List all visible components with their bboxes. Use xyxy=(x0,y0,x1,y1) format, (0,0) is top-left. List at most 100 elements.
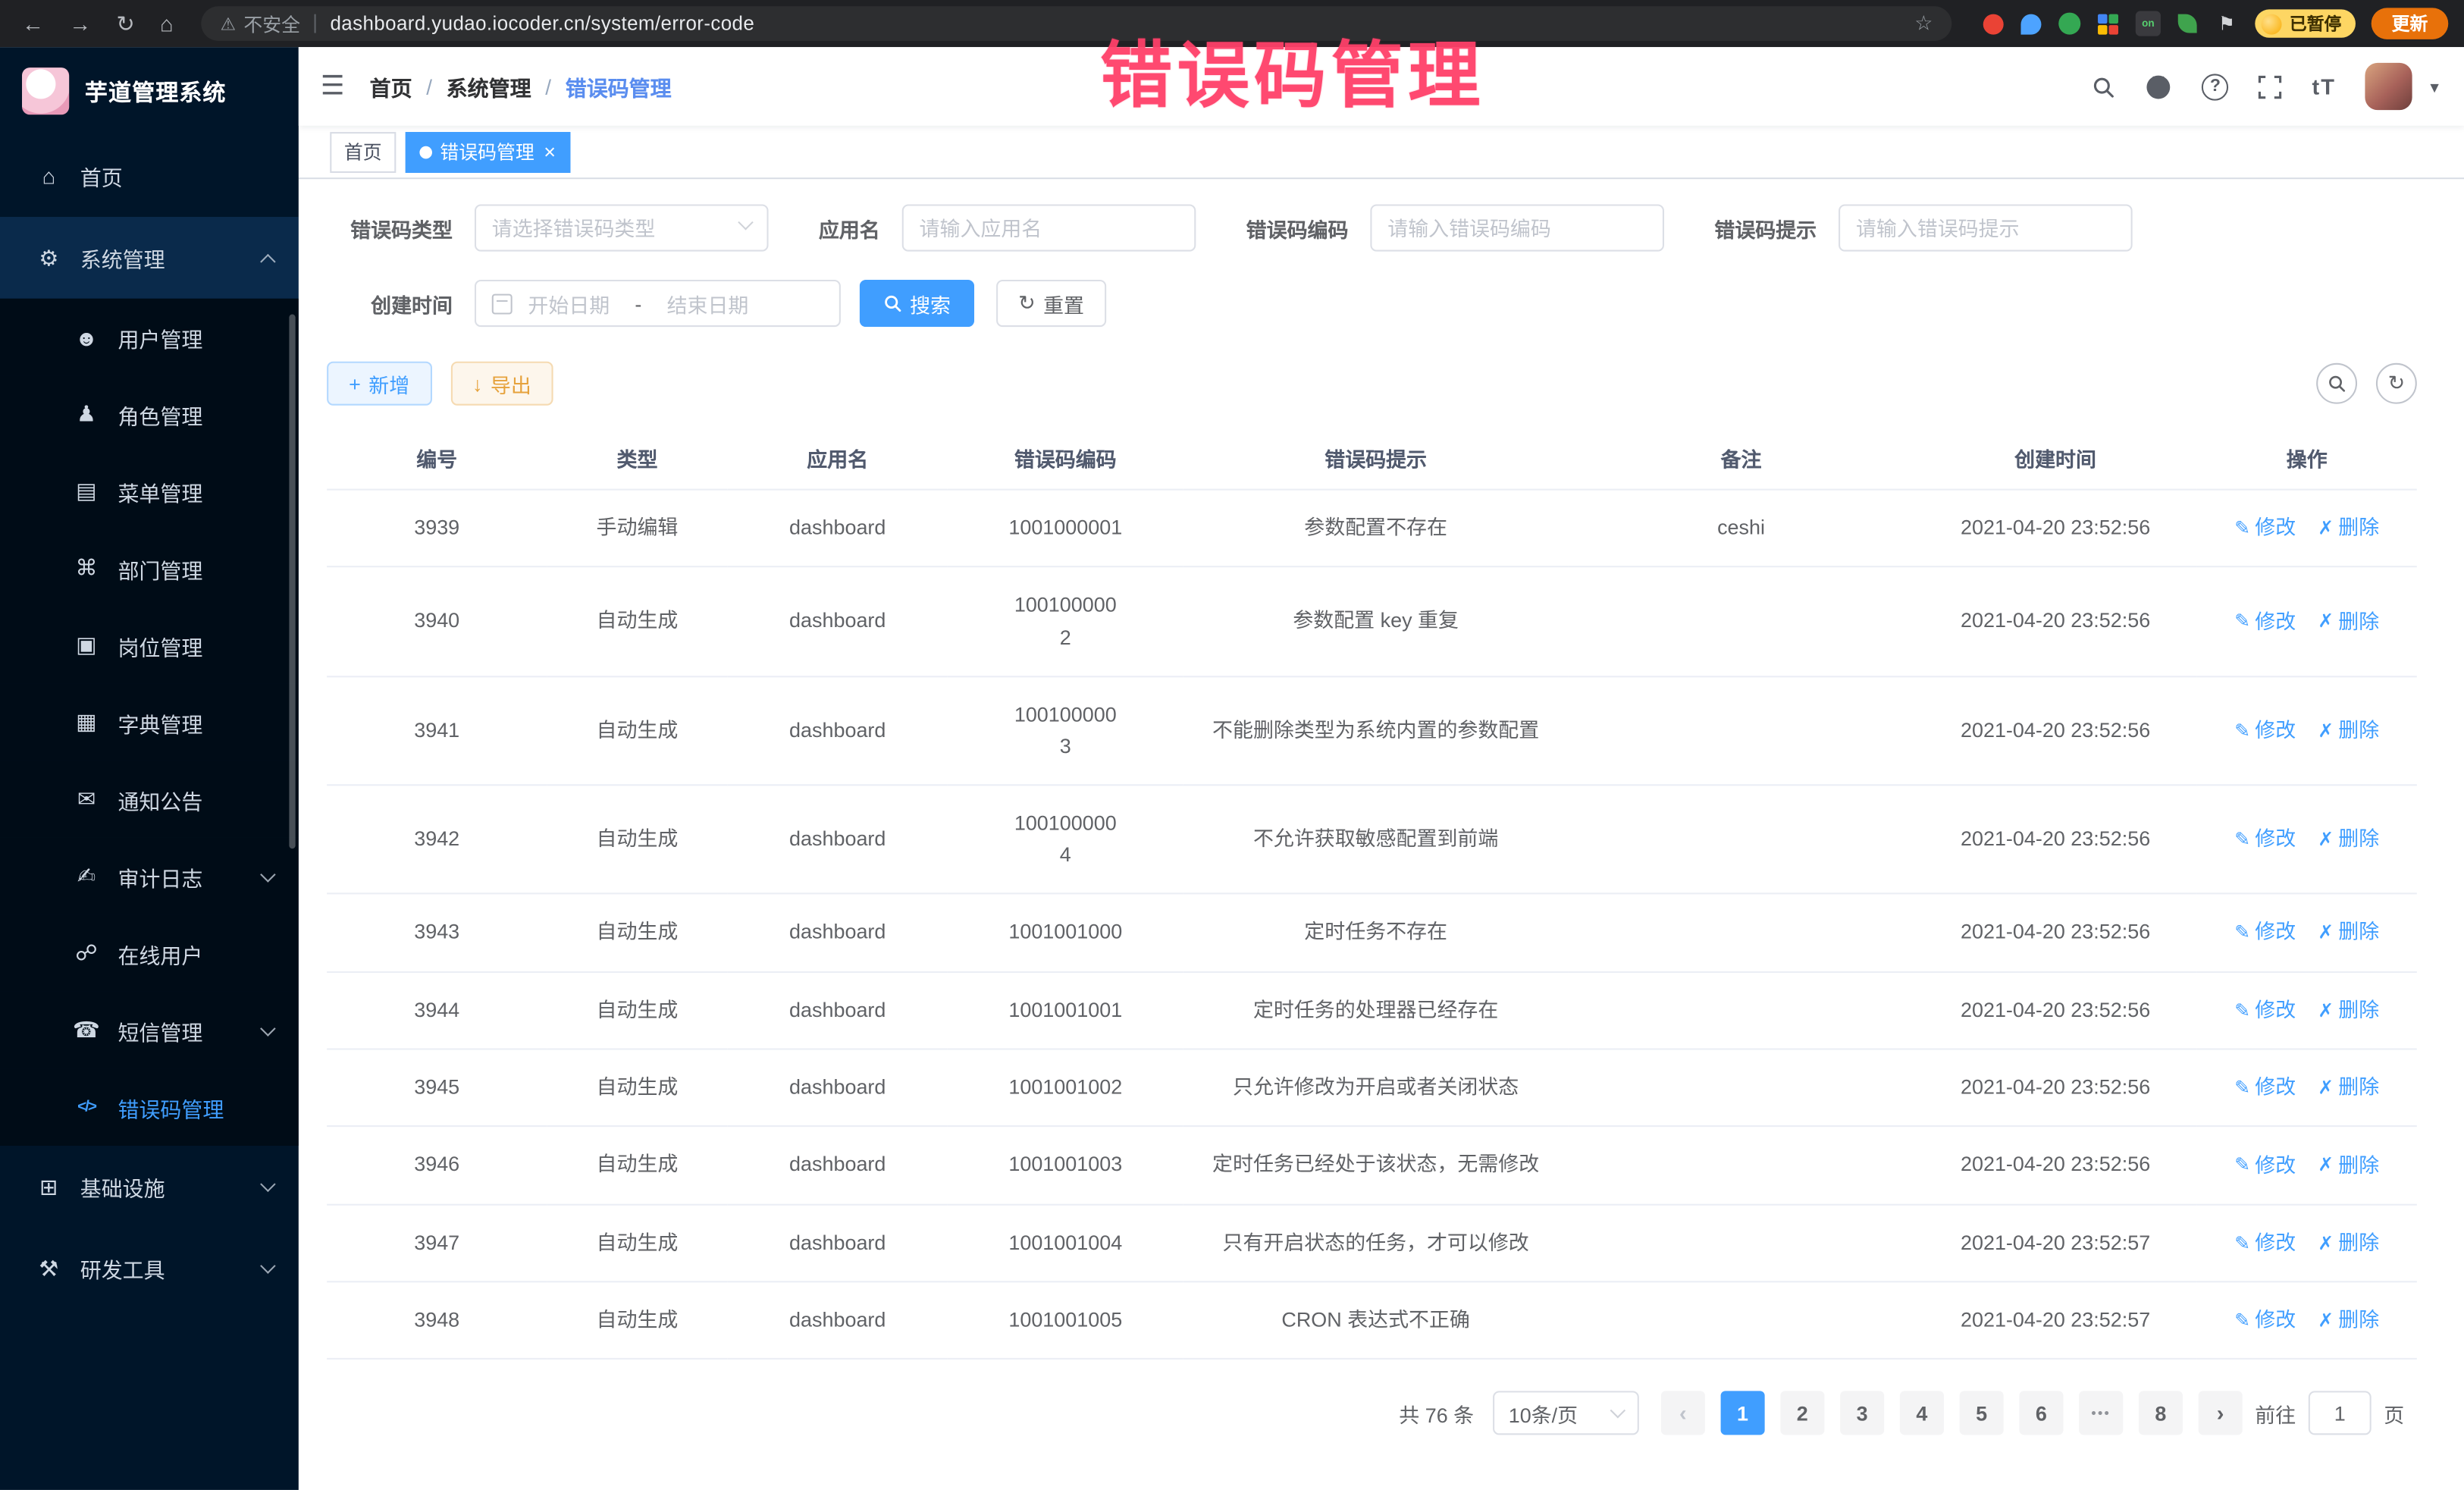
browser-home-icon[interactable]: ⌂ xyxy=(160,11,174,36)
sidebar-item-roles[interactable]: ♟角色管理 xyxy=(0,375,299,453)
edit-link[interactable]: ✎修改 xyxy=(2234,1150,2296,1181)
edit-link-icon: ✎ xyxy=(2234,825,2250,855)
page-button-2[interactable]: 2 xyxy=(1780,1391,1824,1435)
edit-link[interactable]: ✎修改 xyxy=(2234,1305,2296,1337)
edit-link-icon: ✎ xyxy=(2234,1228,2250,1258)
edit-link[interactable]: ✎修改 xyxy=(2234,1072,2296,1104)
pinned-extension-icon[interactable]: ⚑ xyxy=(2214,11,2239,36)
on-badge: on xyxy=(2142,18,2154,30)
page-button-4[interactable]: 4 xyxy=(1900,1391,1944,1435)
delete-link[interactable]: ✗删除 xyxy=(2318,1150,2379,1181)
error-code-input[interactable] xyxy=(1370,204,1664,251)
page-button-1[interactable]: 1 xyxy=(1721,1391,1765,1435)
delete-link[interactable]: ✗删除 xyxy=(2318,1072,2379,1104)
tab-home[interactable]: 首页 xyxy=(330,131,396,172)
error-type-select[interactable] xyxy=(475,204,769,251)
back-icon[interactable]: ← xyxy=(22,11,44,36)
sidebar: 芋道管理系统 ⌂首页⚙系统管理☻用户管理♟角色管理▤菜单管理⌘部门管理▣岗位管理… xyxy=(0,47,299,1490)
sidebar-item-online-users[interactable]: ☍在线用户 xyxy=(0,914,299,992)
delete-link[interactable]: ✗删除 xyxy=(2318,1228,2379,1259)
sidebar-item-positions[interactable]: ▣岗位管理 xyxy=(0,607,299,684)
github-icon[interactable] xyxy=(2146,73,2172,99)
font-size-icon[interactable]: tT xyxy=(2312,74,2336,99)
page-button-5[interactable]: 5 xyxy=(1960,1391,2004,1435)
edit-link[interactable]: ✎修改 xyxy=(2234,715,2296,747)
avatar[interactable] xyxy=(2365,63,2412,110)
refresh-table-button[interactable]: ↻ xyxy=(2376,363,2417,404)
edit-link[interactable]: ✎修改 xyxy=(2234,917,2296,949)
close-tab-icon[interactable]: × xyxy=(544,140,556,163)
error-type-select-input[interactable] xyxy=(475,204,769,251)
sidebar-item-error-code[interactable]: </>错误码管理 xyxy=(0,1068,299,1146)
breadcrumb-system[interactable]: 系统管理 xyxy=(447,71,531,102)
green-extension-icon[interactable] xyxy=(2058,13,2080,35)
add-button[interactable]: + 新增 xyxy=(327,362,431,406)
logo[interactable]: 芋道管理系统 xyxy=(0,47,299,135)
caret-down-icon[interactable]: ▾ xyxy=(2430,77,2438,97)
sidebar-item-label: 基础设施 xyxy=(80,1171,165,1202)
page-button-3[interactable]: 3 xyxy=(1840,1391,1884,1435)
breadcrumb: 首页 / 系统管理 / 错误码管理 xyxy=(370,71,672,102)
prev-page-button[interactable]: ‹ xyxy=(1661,1391,1705,1435)
delete-link-label: 删除 xyxy=(2338,1305,2379,1337)
sidebar-item-menus[interactable]: ▤菜单管理 xyxy=(0,453,299,530)
update-button[interactable]: 更新 xyxy=(2372,8,2449,39)
app-name-input[interactable] xyxy=(902,204,1196,251)
edit-link[interactable]: ✎修改 xyxy=(2234,995,2296,1027)
edit-link[interactable]: ✎修改 xyxy=(2234,1228,2296,1259)
forward-icon[interactable]: → xyxy=(69,11,91,36)
blue-extension-icon[interactable] xyxy=(2020,14,2041,34)
delete-link[interactable]: ✗删除 xyxy=(2318,823,2379,855)
edit-link[interactable]: ✎修改 xyxy=(2234,823,2296,855)
delete-link[interactable]: ✗删除 xyxy=(2318,995,2379,1027)
docs-icon[interactable]: ? xyxy=(2202,73,2228,99)
sidebar-toggle[interactable]: ☰ xyxy=(321,71,345,102)
chevron-up-icon xyxy=(260,253,276,269)
sidebar-item-label: 在线用户 xyxy=(118,937,202,968)
col-app-name: 应用名 xyxy=(728,428,948,490)
pager-more[interactable]: ••• xyxy=(2079,1391,2123,1435)
record-extension-icon[interactable] xyxy=(1983,14,2004,34)
on-extension-icon[interactable]: on xyxy=(2136,11,2161,36)
create-time-range-picker[interactable]: 开始日期 - 结束日期 xyxy=(475,280,841,327)
search-icon[interactable] xyxy=(2092,74,2115,98)
grid-extension-icon[interactable] xyxy=(2098,14,2118,34)
goto-page-input[interactable] xyxy=(2309,1391,2372,1435)
fullscreen-icon[interactable] xyxy=(2259,74,2282,98)
export-button[interactable]: ↓ 导出 xyxy=(450,362,553,406)
reload-icon[interactable]: ↻ xyxy=(116,10,134,36)
delete-link[interactable]: ✗删除 xyxy=(2318,606,2379,638)
sidebar-item-users[interactable]: ☻用户管理 xyxy=(0,299,299,376)
delete-link[interactable]: ✗删除 xyxy=(2318,917,2379,949)
search-button[interactable]: 搜索 xyxy=(860,280,974,327)
table-header-row: 编号 类型 应用名 错误码编码 错误码提示 备注 创建时间 操作 xyxy=(327,428,2417,490)
bookmark-star-icon[interactable]: ☆ xyxy=(1914,11,1933,36)
page-button-8[interactable]: 8 xyxy=(2139,1391,2183,1435)
tab-error-code[interactable]: 错误码管理× xyxy=(406,131,570,172)
sidebar-item-system[interactable]: ⚙系统管理 xyxy=(0,217,299,299)
delete-link[interactable]: ✗删除 xyxy=(2318,715,2379,747)
sidebar-scrollbar[interactable] xyxy=(289,315,295,849)
edit-link[interactable]: ✎修改 xyxy=(2234,513,2296,544)
sidebar-item-home[interactable]: ⌂首页 xyxy=(0,135,299,217)
next-page-button[interactable]: › xyxy=(2199,1391,2243,1435)
sidebar-item-infrastructure[interactable]: ⊞基础设施 xyxy=(0,1146,299,1228)
page-button-6[interactable]: 6 xyxy=(2019,1391,2063,1435)
address-bar[interactable]: ⚠ 不安全 dashboard.yudao.iocoder.cn/system/… xyxy=(202,6,1952,41)
breadcrumb-home[interactable]: 首页 xyxy=(370,71,412,102)
page-size-select[interactable]: 10条/页 xyxy=(1493,1391,1639,1435)
error-hint-input[interactable] xyxy=(1839,204,2133,251)
reset-button[interactable]: ↻ 重置 xyxy=(996,280,1106,327)
profile-paused-chip[interactable]: 已暂停 xyxy=(2255,9,2356,37)
sidebar-item-sms[interactable]: ☎短信管理 xyxy=(0,992,299,1069)
sidebar-item-audit-log[interactable]: ✍审计日志 xyxy=(0,838,299,915)
edit-link[interactable]: ✎修改 xyxy=(2234,606,2296,638)
sidebar-item-dictionary[interactable]: ▦字典管理 xyxy=(0,684,299,761)
toggle-search-button[interactable] xyxy=(2316,363,2357,404)
delete-link[interactable]: ✗删除 xyxy=(2318,1305,2379,1337)
sidebar-item-devtools[interactable]: ⚒研发工具 xyxy=(0,1228,299,1310)
sidebar-item-announcements[interactable]: ✉通知公告 xyxy=(0,761,299,838)
delete-link[interactable]: ✗删除 xyxy=(2318,513,2379,544)
sidebar-item-departments[interactable]: ⌘部门管理 xyxy=(0,529,299,607)
leaf-extension-icon[interactable] xyxy=(2178,14,2197,33)
